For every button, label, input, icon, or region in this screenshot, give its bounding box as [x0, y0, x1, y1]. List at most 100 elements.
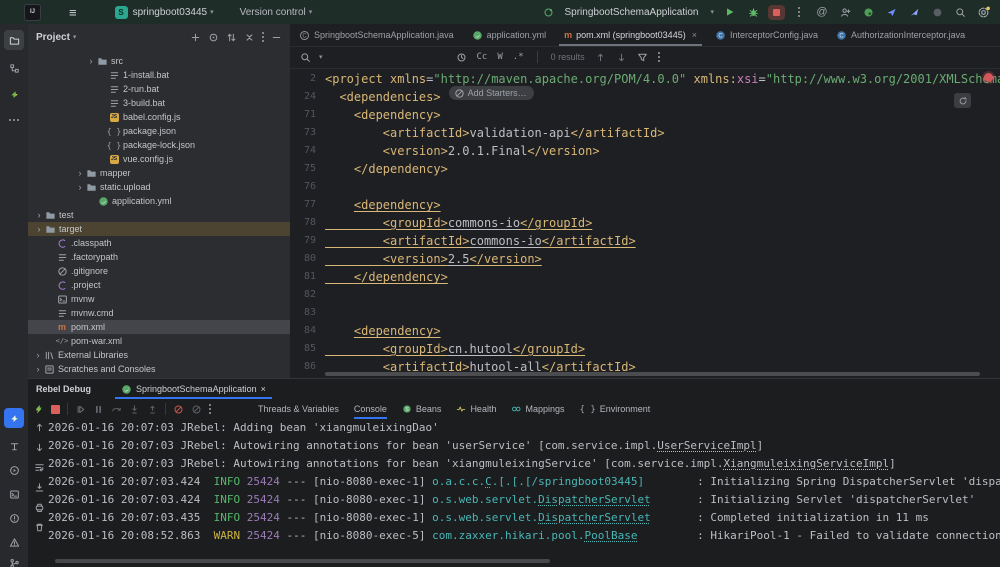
plus-button[interactable]: [190, 32, 201, 43]
tool-strip-services-button[interactable]: [4, 436, 24, 456]
play-button[interactable]: [723, 5, 737, 19]
debug-tab-threads-variables[interactable]: Threads & Variables: [258, 399, 339, 419]
tree-item-pom-war-xml[interactable]: </>pom-war.xml: [28, 334, 290, 348]
search-button[interactable]: [953, 5, 967, 19]
tree-item-package-json[interactable]: { }package.json: [28, 124, 290, 138]
stop-sm-button[interactable]: [51, 405, 60, 414]
line-number[interactable]: 76: [290, 178, 325, 196]
run-config-name[interactable]: SpringbootSchemaApplication: [565, 7, 699, 18]
search-icon[interactable]: [300, 52, 311, 63]
kebab-button[interactable]: [209, 404, 211, 414]
line-number[interactable]: 71: [290, 106, 325, 124]
chevron-right-icon[interactable]: ›: [33, 364, 43, 374]
maven-reload-button[interactable]: [954, 93, 971, 108]
line-number[interactable]: 86: [290, 358, 325, 376]
stop-button[interactable]: [769, 5, 783, 19]
more-options-icon[interactable]: [658, 52, 660, 62]
chevron-right-icon[interactable]: ›: [86, 56, 96, 66]
code-line[interactable]: 82: [290, 286, 1000, 304]
tree-item-scratches-and-consoles[interactable]: ›Scratches and Consoles: [28, 362, 290, 376]
tree-item-test[interactable]: ›test: [28, 208, 290, 222]
tree-item--classpath[interactable]: .classpath: [28, 236, 290, 250]
profiler-button[interactable]: [861, 5, 875, 19]
tree-item-vue-config-js[interactable]: JSvue.config.js: [28, 152, 290, 166]
tree-item-babel-config-js[interactable]: JSbabel.config.js: [28, 110, 290, 124]
code-line[interactable]: 75 </dependency>: [290, 160, 1000, 178]
kebab-button[interactable]: [262, 32, 264, 42]
main-menu-icon[interactable]: ≡: [69, 6, 77, 19]
tree-item-1-install-bat[interactable]: 1-install.bat: [28, 68, 290, 82]
code-line[interactable]: 80 <version>2.5</version>: [290, 250, 1000, 268]
previous-occurrence-icon[interactable]: [595, 52, 606, 63]
line-number[interactable]: 85: [290, 340, 325, 358]
tool-strip-problems-button[interactable]: [4, 508, 24, 528]
tree-item-target[interactable]: ›target: [28, 222, 290, 236]
pause-button[interactable]: [93, 404, 104, 415]
line-number[interactable]: 82: [290, 286, 325, 304]
code-line[interactable]: 79 <artifactId>commons-io</artifactId>: [290, 232, 1000, 250]
code-line[interactable]: 24 <dependencies>Add Starters…: [290, 88, 1000, 106]
code-line[interactable]: 73 <artifactId>validation-api</artifactI…: [290, 124, 1000, 142]
chevron-right-icon[interactable]: ›: [34, 210, 44, 220]
tree-item-package-lock-json[interactable]: { }package-lock.json: [28, 138, 290, 152]
tree-item-mapper[interactable]: ›mapper: [28, 166, 290, 180]
trash-button[interactable]: [34, 522, 45, 533]
kebab-button[interactable]: [792, 5, 806, 19]
console-link[interactable]: DispatcherServlet: [538, 511, 651, 524]
tree-item-external-libraries[interactable]: ›External Libraries: [28, 348, 290, 362]
filter-icon[interactable]: [637, 52, 648, 63]
locate-button[interactable]: [208, 32, 219, 43]
editor-tab[interactable]: CAuthorizationInterceptor.java: [827, 24, 974, 46]
vcs-widget[interactable]: Version control: [240, 7, 306, 18]
line-number[interactable]: 75: [290, 160, 325, 178]
tree-item-mvnw[interactable]: mvnw: [28, 292, 290, 306]
settings-button[interactable]: [976, 5, 990, 19]
line-number[interactable]: 81: [290, 268, 325, 286]
chevron-right-icon[interactable]: ›: [75, 182, 85, 192]
code-line[interactable]: 78 <groupId>commons-io</groupId>: [290, 214, 1000, 232]
code-line[interactable]: 76: [290, 178, 1000, 196]
console-link[interactable]: XiangmuleixingServiceImpl: [724, 457, 890, 470]
disabled-circle-button[interactable]: [930, 5, 944, 19]
debug-tab-environment[interactable]: { }Environment: [579, 399, 650, 419]
console-link[interactable]: PoolBase: [584, 529, 637, 542]
tool-strip-run-circle-button[interactable]: [4, 460, 24, 480]
debug-tab-mappings[interactable]: Mappings: [511, 399, 564, 419]
console-link[interactable]: C: [485, 475, 492, 488]
line-number[interactable]: 80: [290, 250, 325, 268]
line-number[interactable]: 78: [290, 214, 325, 232]
tree-item-application-yml[interactable]: application.yml: [28, 194, 290, 208]
step-into-button[interactable]: [129, 404, 140, 415]
code-line[interactable]: 74 <version>2.0.1.Final</version>: [290, 142, 1000, 160]
bp-mute-button[interactable]: [191, 404, 202, 415]
code-line[interactable]: 71 <dependency>: [290, 106, 1000, 124]
code-line[interactable]: 84 <dependency>: [290, 322, 1000, 340]
line-number[interactable]: 83: [290, 304, 325, 322]
print-button[interactable]: [34, 502, 45, 513]
next-occurrence-icon[interactable]: [616, 52, 627, 63]
step-out-button[interactable]: [147, 404, 158, 415]
close-icon[interactable]: ×: [261, 384, 266, 394]
at-button[interactable]: @: [815, 5, 829, 19]
whole-words-toggle[interactable]: W: [497, 52, 502, 62]
inspection-error-badge[interactable]: [984, 73, 993, 82]
line-number[interactable]: 84: [290, 322, 325, 340]
step-over-button[interactable]: [111, 404, 122, 415]
debug-tab-beans[interactable]: SBeans: [402, 399, 442, 419]
debug-tab-health[interactable]: Health: [456, 399, 496, 419]
editor-tab[interactable]: mpom.xml (springboot03445)×: [555, 24, 706, 46]
line-number[interactable]: 74: [290, 142, 325, 160]
regex-toggle[interactable]: .*: [513, 52, 524, 62]
editor-tab[interactable]: application.yml: [463, 24, 556, 46]
debug-session-tab[interactable]: SpringbootSchemaApplication ×: [113, 379, 274, 399]
close-icon[interactable]: ×: [692, 30, 697, 40]
match-case-toggle[interactable]: Cc: [477, 52, 488, 62]
resume-button[interactable]: [75, 404, 86, 415]
chevron-right-icon[interactable]: ›: [33, 350, 43, 360]
console-horizontal-scrollbar[interactable]: [55, 559, 550, 563]
minus-button[interactable]: [271, 32, 282, 43]
code-line[interactable]: 85 <groupId>cn.hutool</groupId>: [290, 340, 1000, 358]
tree-item-mvnw-cmd[interactable]: mvnw.cmd: [28, 306, 290, 320]
tool-strip-folder-tool-button[interactable]: [4, 30, 24, 50]
debug-bug-button[interactable]: [746, 5, 760, 19]
